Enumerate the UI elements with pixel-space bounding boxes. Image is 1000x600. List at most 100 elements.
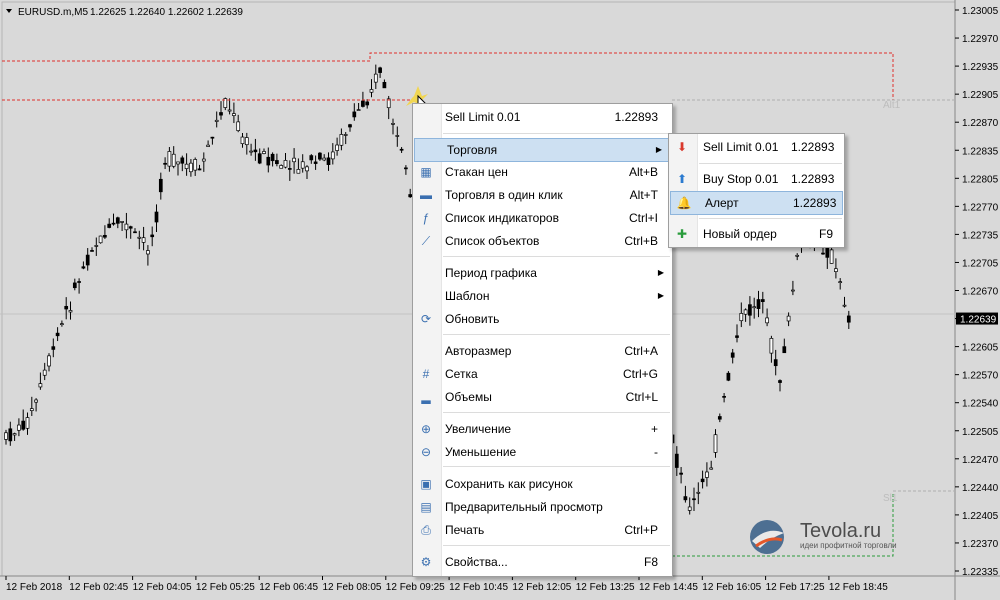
price-tick-label: 1.22670 (962, 287, 999, 298)
candle-body (111, 222, 116, 225)
time-tick-label: 12 Feb 05:25 (196, 582, 255, 593)
candle-body (821, 252, 825, 255)
candle-body (395, 135, 400, 137)
candle-body (834, 268, 838, 272)
candle-body (107, 223, 112, 228)
price-tick-label: 1.22570 (962, 371, 999, 382)
tevola-logo: Tevola.ru идеи профитной торговли (750, 520, 897, 554)
candle-body (683, 496, 688, 501)
time-tick-label: 12 Feb 18:45 (829, 582, 888, 593)
price-tick-label: 1.22805 (962, 174, 999, 185)
candle-body (305, 166, 309, 172)
print-preview-icon: ▤ (420, 500, 432, 514)
candle-body (244, 137, 249, 146)
candle-body (287, 168, 292, 170)
menu-item-6[interactable]: Период графика ▶ (413, 262, 672, 284)
menu-item-2[interactable]: ▦ Стакан цен Alt+B (413, 161, 672, 183)
menu-item-shortcut: Ctrl+G (622, 367, 658, 381)
submenu-item-label: Новый ордер (703, 227, 777, 241)
candle-body (47, 355, 51, 367)
new-order-icon: ✚ (676, 227, 688, 241)
submenu-item-value: 1.22893 (791, 172, 835, 186)
volumes-icon: ▂ (421, 390, 431, 404)
save-picture-icon: ▣ (420, 477, 432, 491)
candle-body (115, 217, 120, 224)
candle-body (322, 157, 327, 161)
candle-body (829, 249, 834, 264)
candle-body (253, 149, 258, 153)
candle-body (180, 157, 185, 164)
price-tick-label: 1.22870 (962, 118, 999, 129)
menu-item-17[interactable]: ⚙ Свойства... F8 (413, 551, 672, 573)
menu-item-1[interactable]: Торговля ▶ (414, 138, 671, 162)
candle-body (214, 119, 219, 122)
menu-item-shortcut: Ctrl+P (624, 523, 658, 537)
menu-item-0[interactable]: Sell Limit 0.01 1.22893 (413, 106, 672, 128)
menu-item-9[interactable]: Авторазмер Ctrl+A (413, 340, 672, 362)
menu-item-label: Торговля в один клик (445, 188, 563, 202)
candle-body (236, 121, 241, 131)
candle-body (167, 151, 172, 167)
menu-item-label: Сохранить как рисунок (445, 477, 573, 491)
submenu-item-2[interactable]: 🔔 Алерт 1.22893 (670, 191, 843, 215)
candle-body (249, 150, 253, 153)
menu-item-5[interactable]: ⟋ Список объектов Ctrl+B (413, 230, 672, 252)
submenu-item-label: Алерт (705, 196, 739, 210)
print-icon: ⎙ (421, 523, 431, 537)
menu-item-label: Уменьшение (445, 445, 517, 459)
menu-item-11[interactable]: ▂ Объемы Ctrl+L (413, 386, 672, 408)
submenu-item-value: 1.22893 (791, 140, 835, 154)
menu-item-7[interactable]: Шаблон ▶ (413, 285, 672, 307)
candle-body (8, 428, 13, 442)
time-tick-label: 12 Feb 10:45 (449, 582, 508, 593)
submenu-item-0[interactable]: ⬇ Sell Limit 0.01 1.22893 (669, 136, 844, 158)
menu-item-10[interactable]: # Сетка Ctrl+G (413, 363, 672, 385)
menu-item-label: Обновить (445, 312, 500, 326)
time-tick-label: 12 Feb 02:45 (69, 582, 128, 593)
menu-item-12[interactable]: ⊕ Увеличение + (413, 418, 672, 440)
candle-body (29, 408, 34, 411)
menu-item-3[interactable]: ▬ Торговля в один клик Alt+T (413, 184, 672, 206)
candle-body (98, 235, 103, 244)
price-tick-label: 1.22770 (962, 202, 999, 213)
submenu-item-label: Sell Limit 0.01 (703, 140, 779, 154)
candle-body (705, 471, 709, 478)
menu-item-label: Объемы (445, 390, 492, 404)
menu-item-label: Список индикаторов (445, 211, 559, 225)
candle-body (51, 346, 56, 350)
candle-body (283, 160, 288, 168)
price-tick-label: 1.22970 (962, 34, 999, 45)
ohlc-label: 1.22625 1.22640 1.22602 1.22639 (90, 7, 243, 18)
submenu-item-3[interactable]: ✚ Новый ордер F9 (669, 223, 844, 245)
price-tick-label: 1.22370 (962, 539, 999, 550)
menu-separator (443, 256, 670, 257)
candle-body (219, 112, 223, 116)
candle-body (197, 168, 202, 171)
submenu-arrow-icon: ▶ (657, 291, 664, 300)
candle-body (765, 317, 769, 324)
menu-item-shortcut: + (650, 422, 658, 436)
candle-body (292, 157, 296, 163)
candle-body (270, 153, 275, 162)
candle-body (141, 237, 146, 243)
candle-body (266, 156, 271, 166)
candle-body (318, 152, 322, 160)
price-tick-label: 1.22335 (962, 567, 999, 578)
price-tick-label: 1.22905 (962, 90, 999, 101)
menu-item-15[interactable]: ▤ Предварительный просмотр (413, 496, 672, 518)
candle-body (163, 162, 167, 165)
menu-item-8[interactable]: ⟳ Обновить (413, 308, 672, 330)
menu-item-14[interactable]: ▣ Сохранить как рисунок (413, 473, 672, 495)
menu-item-shortcut: Ctrl+L (625, 390, 658, 404)
submenu-item-1[interactable]: ⬆ Buy Stop 0.01 1.22893 (669, 168, 844, 190)
menu-item-label: Стакан цен (445, 165, 508, 179)
candle-body (146, 250, 150, 255)
candle-body (227, 109, 232, 112)
menu-item-13[interactable]: ⊖ Уменьшение - (413, 441, 672, 463)
menu-item-4[interactable]: ƒ Список индикаторов Ctrl+I (413, 207, 672, 229)
time-tick-label: 12 Feb 14:45 (639, 582, 698, 593)
menu-item-16[interactable]: ⎙ Печать Ctrl+P (413, 519, 672, 541)
submenu-separator (699, 218, 842, 219)
one-click-trading-icon: ▬ (420, 188, 432, 202)
candle-body (713, 434, 718, 453)
